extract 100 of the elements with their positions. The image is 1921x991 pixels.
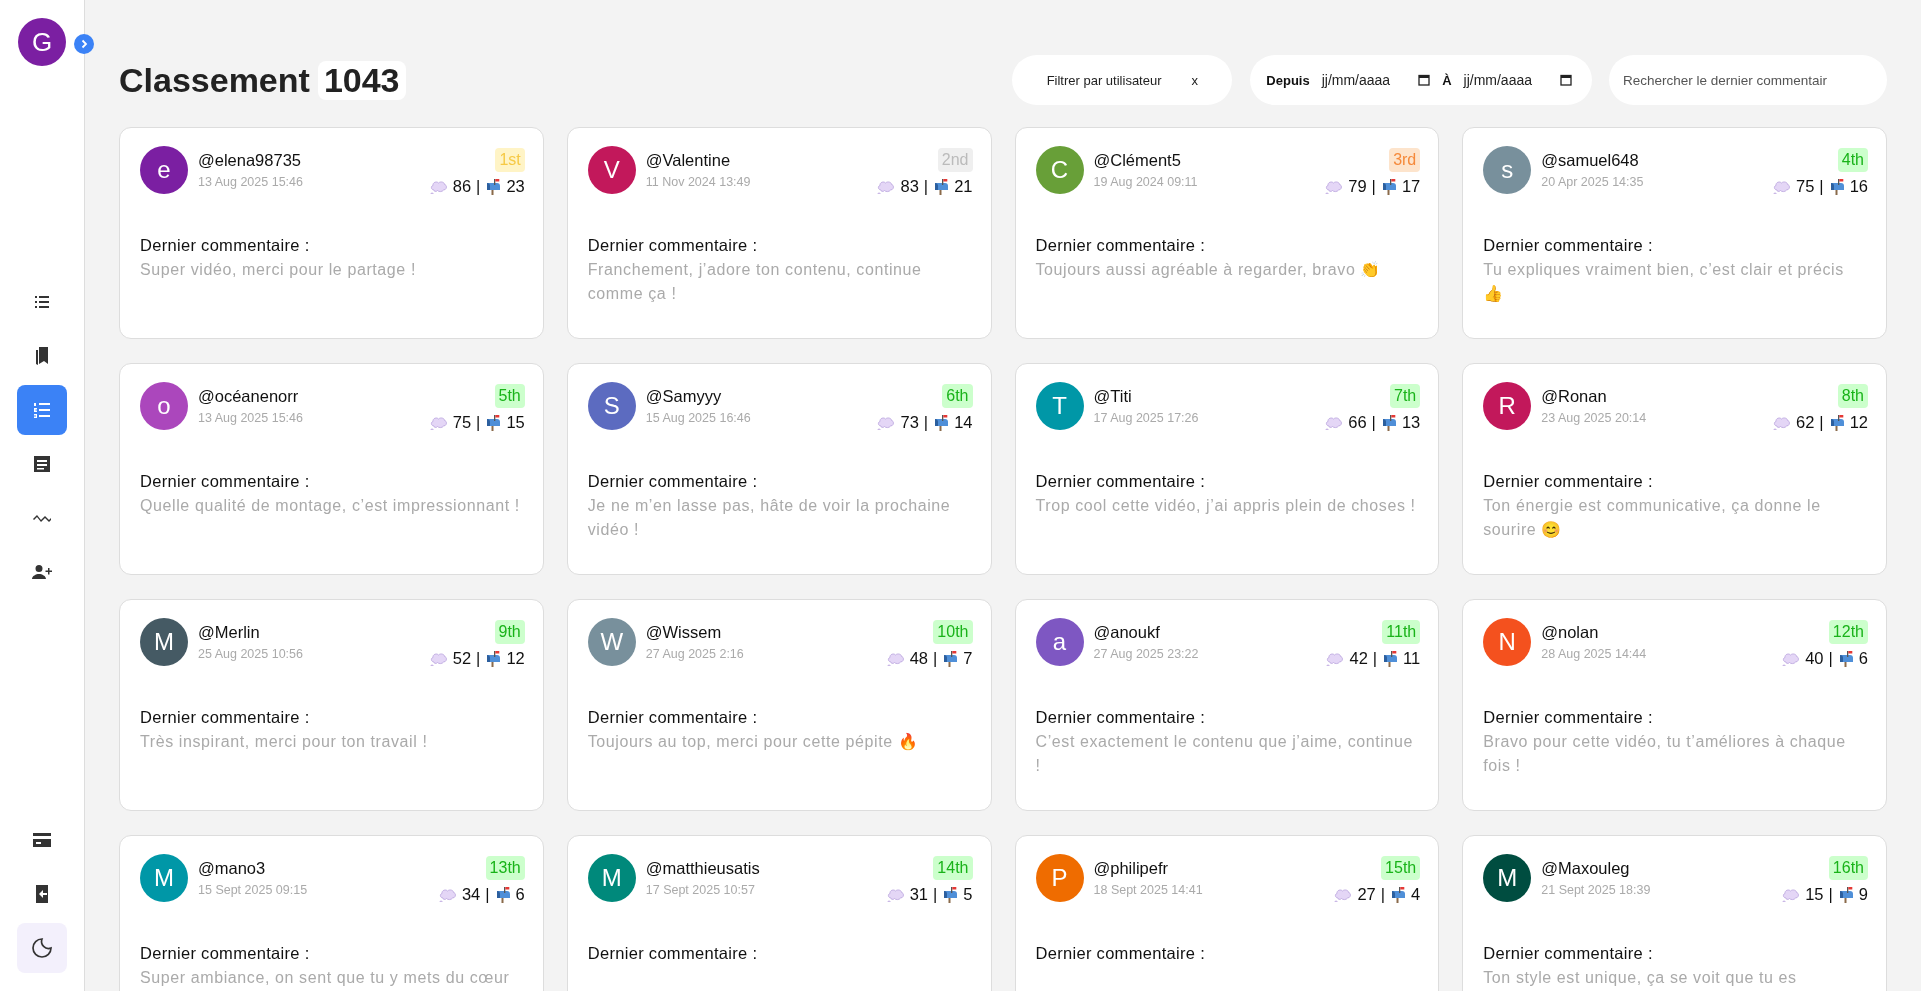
comment-count: 52 — [452, 649, 472, 668]
credit-card-icon — [32, 830, 52, 850]
username: @Merlin — [198, 623, 261, 642]
user-avatar: M — [140, 854, 188, 902]
mailbox-icon — [1390, 886, 1407, 903]
rank-badge: 8th — [1837, 384, 1868, 408]
comment-date: 13 Aug 2025 15:46 — [198, 411, 304, 425]
separator: | — [1372, 649, 1378, 668]
comment-date: 25 Aug 2025 10:56 — [198, 647, 304, 661]
user-avatar: M — [140, 618, 188, 666]
comment-label: Dernier commentaire : — [587, 472, 759, 491]
user-avatar: M — [1483, 854, 1532, 902]
username: @Valentine — [645, 151, 732, 170]
rank-badge: 12th — [1828, 620, 1868, 644]
username: @Ronan — [1541, 387, 1608, 406]
comment-date: 15 Sept 2025 09:15 — [198, 883, 309, 897]
comment-label: Dernier commentaire : — [140, 472, 311, 491]
speech-bubble-icon — [429, 179, 448, 194]
comment-date: 20 Apr 2025 14:35 — [1541, 175, 1645, 189]
user-avatar: W — [587, 618, 636, 666]
from-label: Depuis — [1266, 72, 1310, 88]
user-avatar: T — [1035, 382, 1084, 430]
speech-bubble-icon — [1325, 179, 1344, 194]
username: @océanenorr — [198, 387, 300, 406]
comment-text: Super ambiance, on sent que tu y mets du cœur — [140, 968, 511, 988]
clear-button[interactable]: x — [1191, 72, 1198, 88]
separator: | — [1819, 177, 1824, 196]
mailbox-icon — [1828, 178, 1845, 195]
comment-text: Tu expliques vraiment bien, c’est clair et précis 👍 — [1483, 260, 1845, 304]
mailbox-icon — [1837, 650, 1854, 667]
separator: | — [476, 177, 481, 196]
comment-text: Trop cool cette vidéo, j’ai appris plein de choses ! — [1035, 496, 1417, 516]
date-field[interactable]: jj/mm/aaaa — [1459, 72, 1576, 88]
comment-date: 15 Aug 2025 16:46 — [645, 411, 752, 425]
speech-bubble-icon — [1334, 887, 1353, 902]
message-count: 17 — [1401, 177, 1421, 196]
mailbox-icon — [1828, 414, 1845, 431]
mailbox-icon — [942, 886, 959, 903]
comment-text: Très inspirant, merci pour ton travail ! — [140, 732, 429, 752]
comment-count: 27 — [1357, 885, 1376, 904]
calendar-icon — [1560, 74, 1572, 86]
date-field[interactable]: jj/mm/aaaa — [1317, 72, 1435, 88]
mailbox-icon — [485, 414, 502, 431]
theme-toggle[interactable] — [17, 923, 67, 973]
rank-badge: 1st — [495, 148, 525, 172]
chevron-right-icon — [79, 39, 89, 49]
add-user-icon — [32, 562, 52, 582]
separator: | — [1819, 413, 1824, 432]
mailbox-icon — [494, 886, 511, 903]
username: @Clément5 — [1093, 151, 1182, 170]
user-avatar: s — [1483, 146, 1532, 194]
search-field[interactable]: Rechercher le dernier commentair — [1609, 55, 1887, 105]
speech-bubble-icon — [886, 887, 905, 902]
comment-label: Dernier commentaire : — [140, 708, 311, 727]
separator: | — [485, 885, 490, 904]
user-avatar: M — [587, 854, 636, 902]
comment-label: Dernier commentaire : — [1483, 708, 1654, 727]
rank-badge: 11th — [1382, 620, 1421, 644]
speech-bubble-icon — [877, 179, 896, 194]
username: @anoukf — [1093, 623, 1161, 642]
expand-button[interactable] — [74, 34, 94, 54]
mailbox-icon — [485, 650, 502, 667]
username: @mano3 — [198, 859, 267, 878]
message-count: 11 — [1403, 649, 1421, 668]
speech-bubble-icon — [1782, 887, 1801, 902]
user-avatar: N — [1483, 618, 1532, 666]
message-count: 6 — [515, 885, 525, 904]
user-avatar[interactable]: G — [18, 18, 66, 66]
comment-count: 42 — [1349, 649, 1368, 668]
speech-bubble-icon — [1782, 651, 1801, 666]
user-avatar: S — [587, 382, 636, 430]
message-count: 13 — [1401, 413, 1421, 432]
message-count: 23 — [506, 177, 525, 196]
separator: | — [1828, 649, 1833, 668]
separator: | — [923, 177, 929, 196]
speech-bubble-icon — [429, 415, 448, 430]
user-filter[interactable]: Filtrer par utilisateur x — [1012, 55, 1233, 105]
username: @samuel648 — [1541, 151, 1640, 170]
comment-date: 17 Sept 2025 10:57 — [645, 883, 756, 897]
rank-badge: 9th — [494, 620, 525, 644]
comment-count: 15 — [1805, 885, 1824, 904]
comment-text: Bravo pour cette vidéo, tu t’améliores à chaque fois ! — [1483, 732, 1847, 776]
calendar-icon — [1418, 74, 1431, 86]
comment-date: 19 Aug 2024 09:11 — [1093, 175, 1199, 189]
username: @Maxouleg — [1541, 859, 1631, 878]
separator: | — [476, 649, 481, 668]
comment-text: Quelle qualité de montage, c’est impressionnant ! — [140, 496, 521, 516]
speech-bubble-icon — [1325, 415, 1344, 430]
comment-label: Dernier commentaire : — [1035, 236, 1207, 255]
comment-label: Dernier commentaire : — [587, 944, 759, 963]
comment-count: 48 — [909, 649, 928, 668]
mailbox-icon — [1837, 886, 1854, 903]
comment-date: 13 Aug 2025 15:46 — [198, 175, 304, 189]
comment-text: Super vidéo, merci pour le partage ! — [140, 260, 417, 280]
username: @Titi — [1093, 387, 1133, 406]
user-avatar: V — [587, 146, 636, 194]
username: @nolan — [1541, 623, 1600, 642]
user-avatar: R — [1483, 382, 1532, 430]
message-count: 14 — [954, 413, 973, 432]
separator: | — [933, 649, 938, 668]
